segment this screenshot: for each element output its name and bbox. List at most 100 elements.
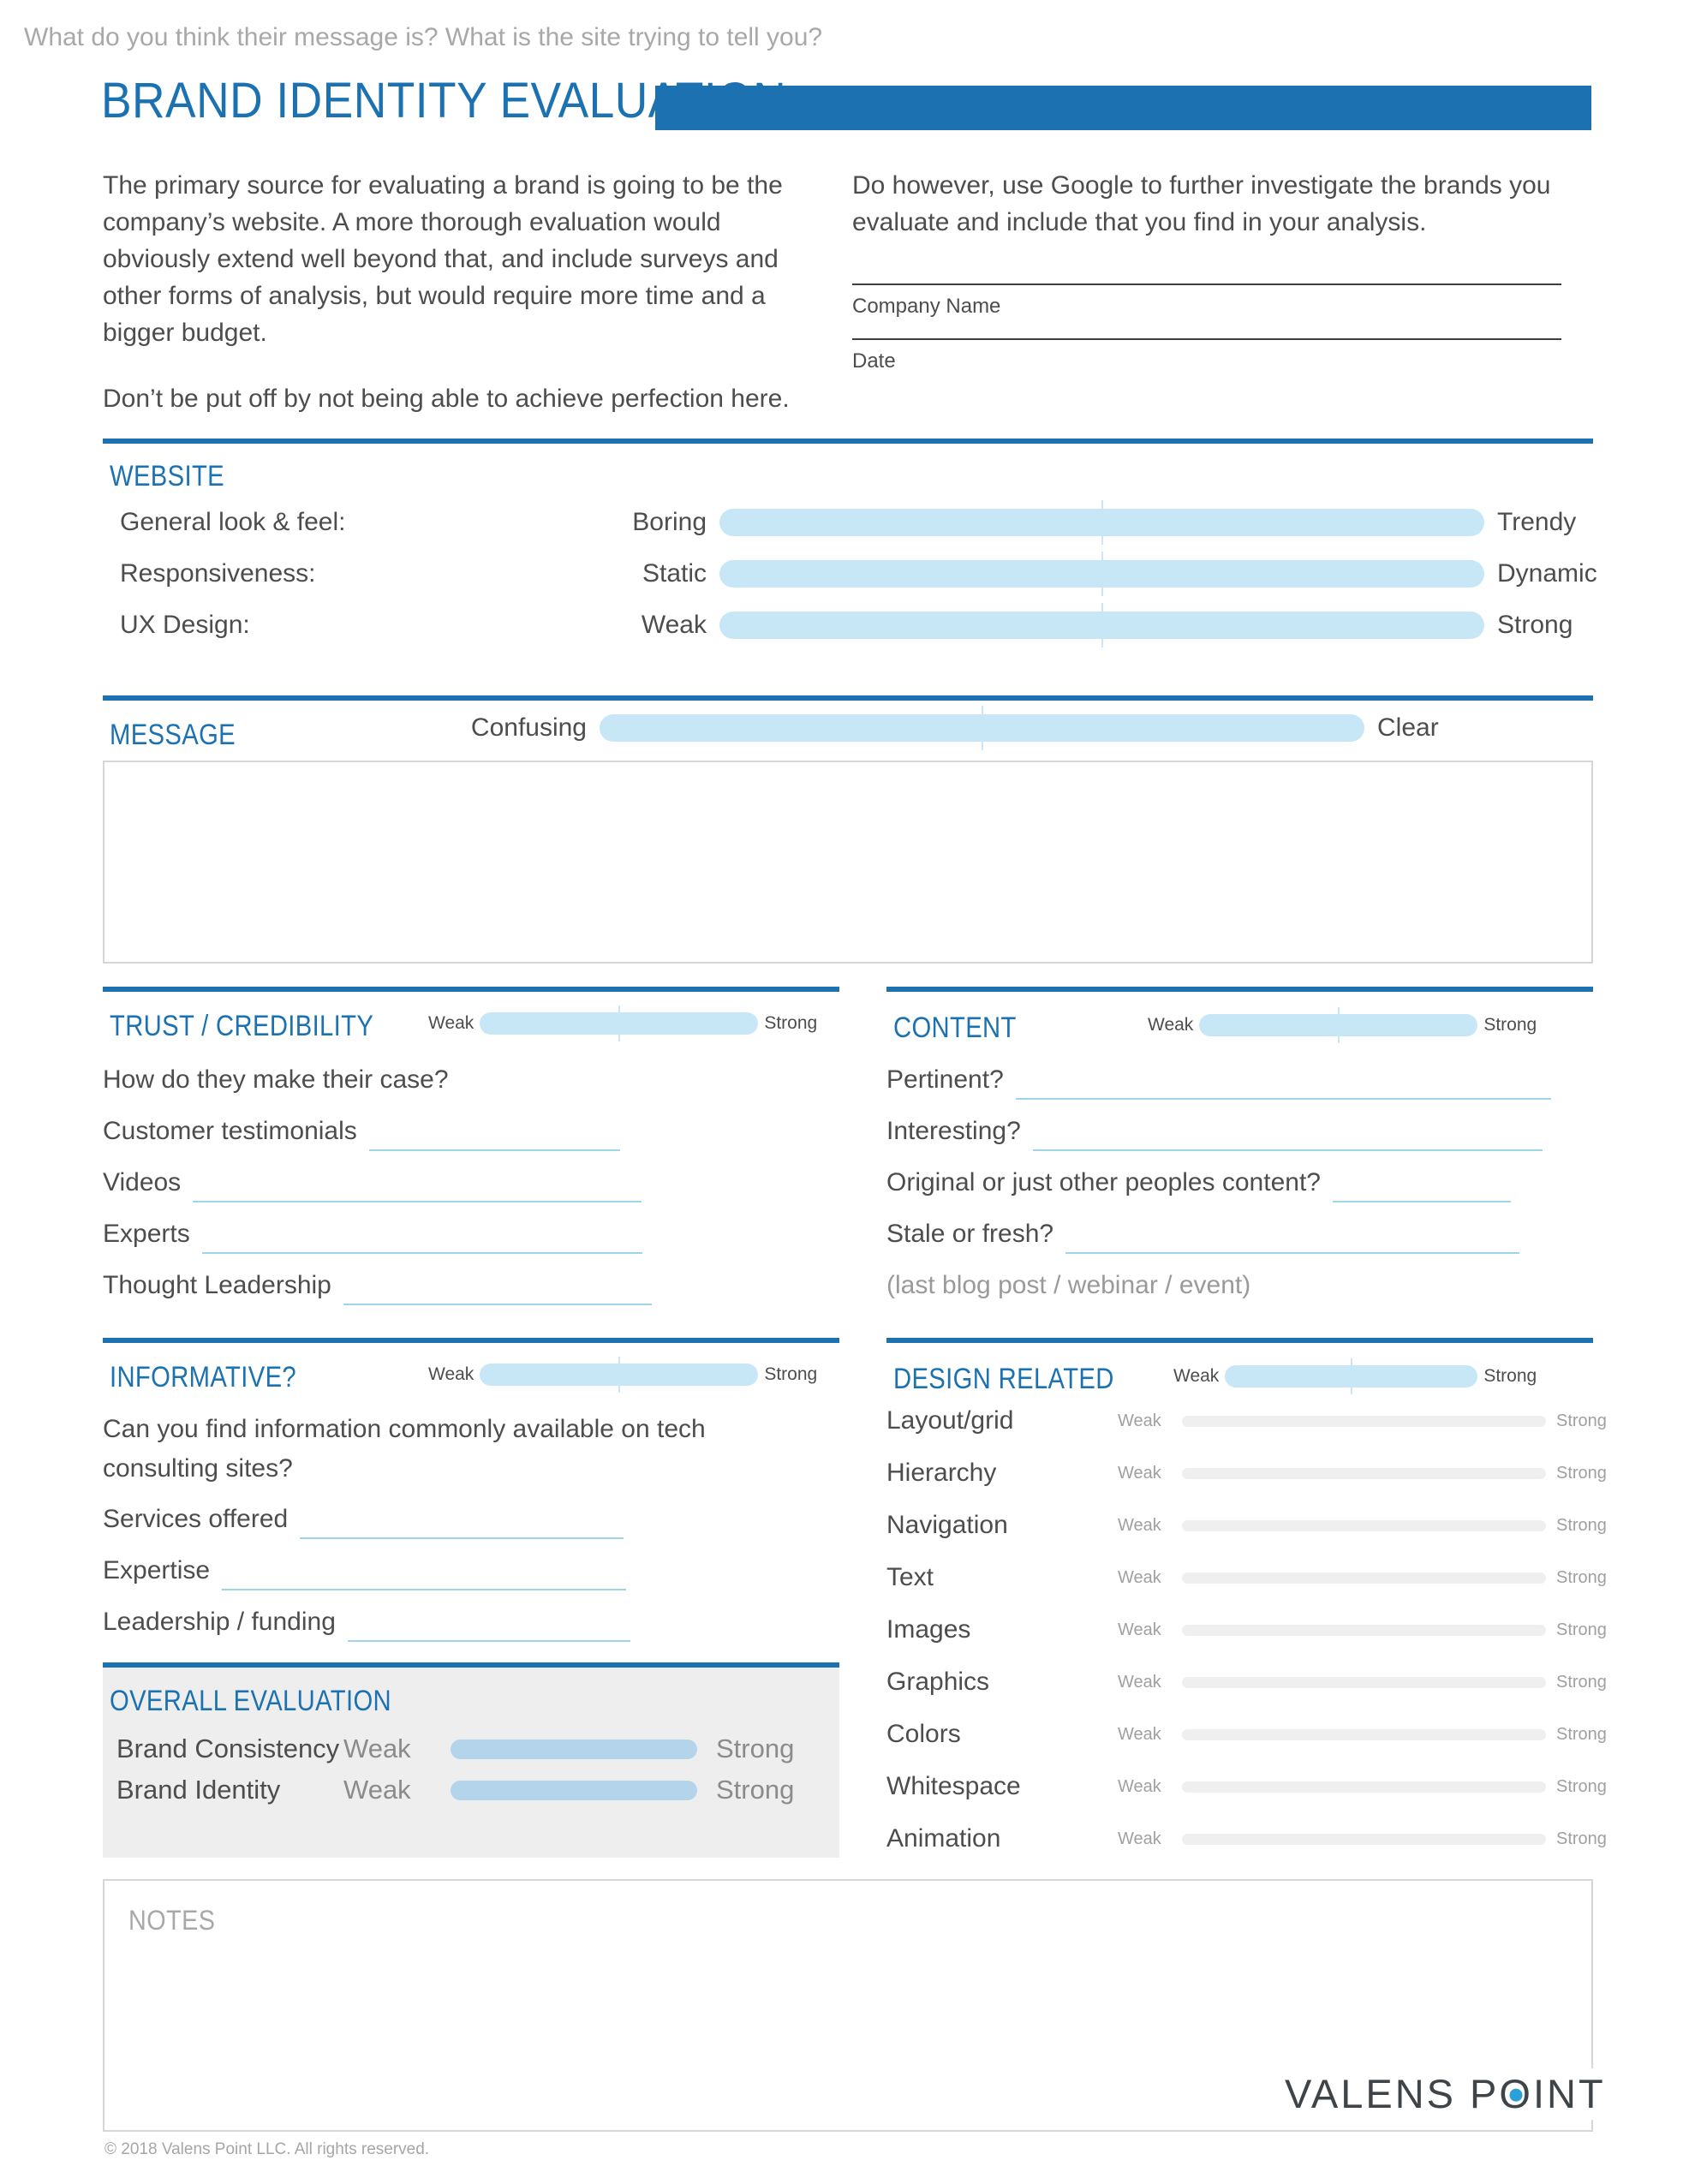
content-section-title: CONTENT <box>893 1011 1017 1044</box>
design-row-label: Images <box>886 1615 971 1644</box>
trust-row-input[interactable] <box>343 1269 652 1305</box>
design-row-slider[interactable] <box>1182 1572 1546 1584</box>
date-field-block: Date <box>852 338 1572 378</box>
slider-center-tick <box>1101 552 1103 596</box>
trust-row-input[interactable] <box>193 1167 642 1202</box>
trust-row-thought-leadership: Thought Leadership <box>103 1266 839 1305</box>
informative-row-input[interactable] <box>300 1503 624 1539</box>
trust-row-input[interactable] <box>368 1115 620 1151</box>
intro-right-column: Do however, use Google to further invest… <box>852 167 1572 378</box>
informative-row-input[interactable] <box>222 1554 627 1590</box>
slider-center-tick <box>618 1357 620 1393</box>
trust-prompt: How do they make their case? <box>103 1065 449 1094</box>
overall-slider-brand-identity[interactable] <box>451 1781 697 1800</box>
informative-row-label: Expertise <box>103 1556 211 1584</box>
design-row-slider[interactable] <box>1182 1625 1546 1636</box>
content-row-input[interactable] <box>1065 1218 1520 1254</box>
design-row-slider[interactable] <box>1182 1520 1546 1531</box>
design-row-label: Graphics <box>886 1668 990 1696</box>
design-row-label: Navigation <box>886 1511 1008 1539</box>
overall-row-right-label: Strong <box>716 1733 795 1763</box>
trust-row-label: Customer testimonials <box>103 1117 357 1145</box>
slider-center-tick <box>1350 1358 1352 1394</box>
overall-slider-brand-consistency[interactable] <box>451 1739 697 1759</box>
trust-row-input[interactable] <box>201 1218 642 1254</box>
overall-row-label: Brand Identity <box>116 1775 281 1805</box>
overall-row-right-label: Strong <box>716 1775 795 1805</box>
website-scale-right-label: Trendy <box>1497 508 1577 536</box>
design-row-slider[interactable] <box>1182 1729 1546 1740</box>
notes-label: NOTES <box>128 1905 216 1936</box>
design-section-title: DESIGN RELATED <box>893 1363 1114 1395</box>
content-row-stale-fresh: Stale or fresh? <box>886 1214 1593 1254</box>
header-accent-bar <box>655 86 1591 130</box>
website-scale-left-label: Boring <box>632 508 707 536</box>
design-row-left-label: Weak <box>1118 1673 1161 1692</box>
intro-paragraph-2: Don’t be put off by not being able to ac… <box>103 385 790 413</box>
website-slider-general-look[interactable] <box>719 500 1484 545</box>
message-textarea[interactable] <box>103 761 1593 964</box>
message-slider[interactable] <box>600 706 1364 750</box>
design-row-label: Whitespace <box>886 1772 1021 1800</box>
informative-row-expertise: Expertise <box>103 1551 839 1590</box>
design-scale: Weak Strong <box>1173 1358 1537 1394</box>
design-row-label: Hierarchy <box>886 1459 997 1487</box>
message-scale-right-label: Clear <box>1377 713 1439 742</box>
design-row-slider[interactable] <box>1182 1781 1546 1793</box>
design-row-label: Layout/grid <box>886 1406 1014 1435</box>
trust-scale-left-label: Weak <box>428 1013 474 1033</box>
content-scale-left-label: Weak <box>1148 1015 1194 1035</box>
design-row-slider[interactable] <box>1182 1468 1546 1479</box>
content-row-label: Pertinent? <box>886 1065 1004 1094</box>
message-section-rule <box>103 695 1593 701</box>
trust-row-label: Thought Leadership <box>103 1271 331 1299</box>
informative-slider[interactable] <box>480 1357 759 1393</box>
website-slider-ux-design[interactable] <box>719 603 1484 647</box>
design-row-left-label: Weak <box>1118 1725 1161 1744</box>
informative-row-services: Services offered <box>103 1500 839 1539</box>
overall-row-brand-consistency: Brand Consistency Weak Strong <box>116 1728 819 1769</box>
design-row-slider[interactable] <box>1182 1416 1546 1427</box>
design-row-right-label: Strong <box>1556 1725 1607 1744</box>
trust-row-label: Experts <box>103 1220 190 1248</box>
design-slider[interactable] <box>1225 1358 1478 1394</box>
content-row-original: Original or just other peoples content? <box>886 1163 1593 1202</box>
informative-row-input[interactable] <box>347 1606 630 1642</box>
content-scale-right-label: Strong <box>1483 1015 1537 1035</box>
design-row-left-label: Weak <box>1118 1829 1161 1848</box>
design-row-right-label: Strong <box>1556 1777 1607 1796</box>
trust-section-title: TRUST / CREDIBILITY <box>110 1010 374 1042</box>
design-row-right-label: Strong <box>1556 1464 1607 1483</box>
content-row-input[interactable] <box>1032 1115 1543 1151</box>
informative-section-title: INFORMATIVE? <box>110 1361 297 1393</box>
website-scale-right-label: Dynamic <box>1497 559 1597 588</box>
website-slider-responsiveness[interactable] <box>719 552 1484 596</box>
trust-row-videos: Videos <box>103 1163 839 1202</box>
trust-slider[interactable] <box>480 1005 759 1041</box>
logo-text-part2: INT <box>1532 2071 1606 2116</box>
website-row-responsiveness: Responsiveness: Static Dynamic <box>120 552 1597 596</box>
trust-row-label: Videos <box>103 1168 182 1196</box>
slider-center-tick <box>618 1005 620 1041</box>
design-row-animation: Animation Weak Strong <box>886 1823 1607 1855</box>
informative-section-rule <box>103 1338 839 1343</box>
design-row-slider[interactable] <box>1182 1677 1546 1688</box>
content-row-pertinent: Pertinent? <box>886 1060 1593 1100</box>
content-row-input[interactable] <box>1015 1064 1551 1100</box>
trust-scale: Weak Strong <box>428 1005 817 1041</box>
content-slider[interactable] <box>1199 1007 1478 1043</box>
website-row-label: UX Design: <box>120 611 250 639</box>
design-row-whitespace: Whitespace Weak Strong <box>886 1770 1607 1803</box>
content-row-label: Original or just other peoples content? <box>886 1168 1321 1196</box>
design-row-slider[interactable] <box>1182 1834 1546 1845</box>
logo-o-letter: O <box>1499 2068 1533 2120</box>
design-row-text: Text Weak Strong <box>886 1561 1607 1594</box>
informative-scale-left-label: Weak <box>428 1364 474 1384</box>
content-row-input[interactable] <box>1332 1167 1511 1202</box>
intro-left-column: The primary source for evaluating a bran… <box>103 167 822 417</box>
design-row-images: Images Weak Strong <box>886 1614 1607 1646</box>
design-row-label: Animation <box>886 1824 1001 1853</box>
slider-center-tick <box>1101 500 1103 545</box>
design-row-left-label: Weak <box>1118 1411 1161 1430</box>
slider-center-tick <box>1101 603 1103 647</box>
